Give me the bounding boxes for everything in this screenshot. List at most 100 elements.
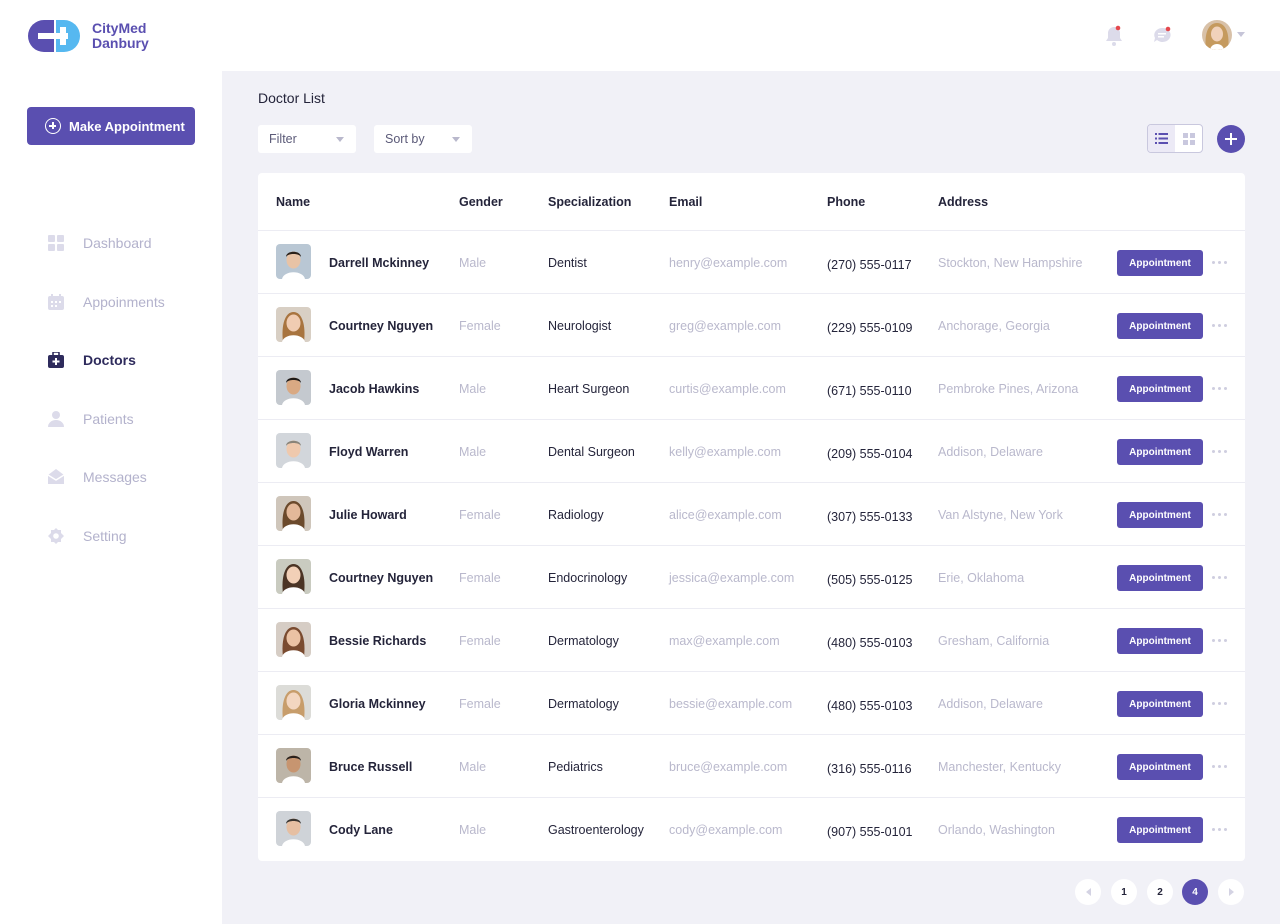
- header-address[interactable]: Address: [938, 195, 988, 209]
- more-options-icon[interactable]: [1212, 324, 1228, 328]
- medical-bag-icon: [48, 352, 64, 369]
- doctor-name[interactable]: Floyd Warren: [329, 445, 408, 459]
- doctor-gender: Female: [459, 508, 501, 522]
- appointment-button[interactable]: Appointment: [1117, 565, 1203, 591]
- sort-dropdown[interactable]: Sort by: [374, 125, 472, 153]
- sidebar-item-patients[interactable]: Patients: [48, 390, 165, 449]
- sidebar-item-doctors[interactable]: Doctors: [48, 331, 165, 390]
- table-row[interactable]: Julie Howard Female Radiology alice@example…: [258, 483, 1245, 546]
- sidebar-item-label: Setting: [83, 527, 127, 544]
- doctor-gender: Female: [459, 697, 501, 711]
- doctor-email[interactable]: cody@example.com: [669, 823, 782, 837]
- doctor-avatar-icon: [276, 496, 311, 531]
- doctor-specialization: Dermatology: [548, 697, 619, 711]
- appointment-button[interactable]: Appointment: [1117, 250, 1203, 276]
- doctor-name[interactable]: Gloria Mckinney: [329, 697, 426, 711]
- doctor-email[interactable]: curtis@example.com: [669, 382, 786, 396]
- appointment-button[interactable]: Appointment: [1117, 313, 1203, 339]
- table-row[interactable]: Floyd Warren Male Dental Surgeon kelly@exam…: [258, 420, 1245, 483]
- doctor-name[interactable]: Julie Howard: [329, 508, 407, 522]
- doctor-photo: [276, 622, 311, 657]
- appointment-button[interactable]: Appointment: [1117, 502, 1203, 528]
- doctor-avatar-icon: [276, 307, 311, 342]
- user-avatar[interactable]: [1202, 20, 1232, 50]
- doctor-name[interactable]: Bruce Russell: [329, 760, 412, 774]
- more-options-icon[interactable]: [1212, 450, 1228, 454]
- table-row[interactable]: Gloria Mckinney Female Dermatology bessie@e…: [258, 672, 1245, 735]
- doctor-email[interactable]: jessica@example.com: [669, 571, 794, 585]
- sidebar-item-dashboard[interactable]: Dashboard: [48, 214, 165, 273]
- doctor-avatar-icon: [276, 811, 311, 846]
- doctor-photo: [276, 307, 311, 342]
- grid-view-button[interactable]: [1175, 125, 1202, 152]
- sidebar-item-messages[interactable]: Messages: [48, 448, 165, 507]
- doctor-email[interactable]: alice@example.com: [669, 508, 782, 522]
- header-name[interactable]: Name: [276, 195, 310, 209]
- doctor-gender: Male: [459, 760, 487, 774]
- doctor-name[interactable]: Jacob Hawkins: [329, 382, 419, 396]
- table-row[interactable]: Cody Lane Male Gastroenterology cody@exampl…: [258, 798, 1245, 861]
- filter-dropdown[interactable]: Filter: [258, 125, 356, 153]
- table-row[interactable]: Courtney Nguyen Female Endocrinology jessic…: [258, 546, 1245, 609]
- header-specialization[interactable]: Specialization: [548, 195, 631, 209]
- add-doctor-button[interactable]: [1217, 125, 1245, 153]
- appointment-button[interactable]: Appointment: [1117, 817, 1203, 843]
- sidebar-item-appointments[interactable]: Appoinments: [48, 273, 165, 332]
- table-row[interactable]: Bruce Russell Male Pediatrics bruce@example…: [258, 735, 1245, 798]
- more-options-icon[interactable]: [1212, 261, 1228, 265]
- header-phone[interactable]: Phone: [827, 195, 865, 209]
- doctor-email[interactable]: greg@example.com: [669, 319, 781, 333]
- appointment-button[interactable]: Appointment: [1117, 439, 1203, 465]
- doctor-email[interactable]: bessie@example.com: [669, 697, 792, 711]
- list-icon: [1155, 133, 1168, 144]
- doctor-email[interactable]: bruce@example.com: [669, 760, 787, 774]
- brand-logo[interactable]: CityMed Danbury: [26, 18, 149, 54]
- doctor-gender: Male: [459, 382, 487, 396]
- appointment-button[interactable]: Appointment: [1117, 376, 1203, 402]
- more-options-icon[interactable]: [1212, 513, 1228, 517]
- doctor-gender: Female: [459, 634, 501, 648]
- sidebar-item-setting[interactable]: Setting: [48, 507, 165, 566]
- filter-label: Filter: [269, 132, 297, 146]
- doctor-name[interactable]: Courtney Nguyen: [329, 571, 433, 585]
- more-options-icon[interactable]: [1212, 576, 1228, 580]
- doctor-specialization: Dentist: [548, 256, 587, 270]
- doctor-name[interactable]: Courtney Nguyen: [329, 319, 433, 333]
- table-row[interactable]: Courtney Nguyen Female Neurologist greg@exa…: [258, 294, 1245, 357]
- more-options-icon[interactable]: [1212, 639, 1228, 643]
- appointment-button[interactable]: Appointment: [1117, 628, 1203, 654]
- topbar: [222, 0, 1280, 71]
- doctor-photo: [276, 433, 311, 468]
- page-button[interactable]: 1: [1111, 879, 1137, 905]
- doctor-address: Addison, Delaware: [938, 697, 1043, 711]
- table-row[interactable]: Bessie Richards Female Dermatology max@exam…: [258, 609, 1245, 672]
- page-button[interactable]: 4: [1182, 879, 1208, 905]
- chat-icon[interactable]: [1152, 24, 1172, 46]
- next-page-button[interactable]: [1218, 879, 1244, 905]
- appointment-button[interactable]: Appointment: [1117, 754, 1203, 780]
- bell-icon[interactable]: [1104, 24, 1124, 46]
- table-row[interactable]: Darrell Mckinney Male Dentist henry@example…: [258, 231, 1245, 294]
- table-row[interactable]: Jacob Hawkins Male Heart Surgeon curtis@exa…: [258, 357, 1245, 420]
- header-gender[interactable]: Gender: [459, 195, 503, 209]
- doctor-address: Manchester, Kentucky: [938, 760, 1061, 774]
- doctor-email[interactable]: max@example.com: [669, 634, 780, 648]
- doctor-name[interactable]: Cody Lane: [329, 823, 393, 837]
- more-options-icon[interactable]: [1212, 387, 1228, 391]
- more-options-icon[interactable]: [1212, 765, 1228, 769]
- doctor-email[interactable]: henry@example.com: [669, 256, 787, 270]
- header-email[interactable]: Email: [669, 195, 702, 209]
- more-options-icon[interactable]: [1212, 828, 1228, 832]
- appointment-button[interactable]: Appointment: [1117, 691, 1203, 717]
- avatar-photo-icon: [1202, 20, 1232, 50]
- page-button[interactable]: 2: [1147, 879, 1173, 905]
- doctor-email[interactable]: kelly@example.com: [669, 445, 781, 459]
- brand-name-line1: CityMed: [92, 20, 147, 36]
- more-options-icon[interactable]: [1212, 702, 1228, 706]
- doctor-name[interactable]: Bessie Richards: [329, 634, 426, 648]
- chevron-down-icon[interactable]: [1237, 32, 1245, 37]
- doctor-name[interactable]: Darrell Mckinney: [329, 256, 429, 270]
- make-appointment-button[interactable]: Make Appointment: [27, 107, 195, 145]
- list-view-button[interactable]: [1148, 125, 1175, 152]
- previous-page-button[interactable]: [1075, 879, 1101, 905]
